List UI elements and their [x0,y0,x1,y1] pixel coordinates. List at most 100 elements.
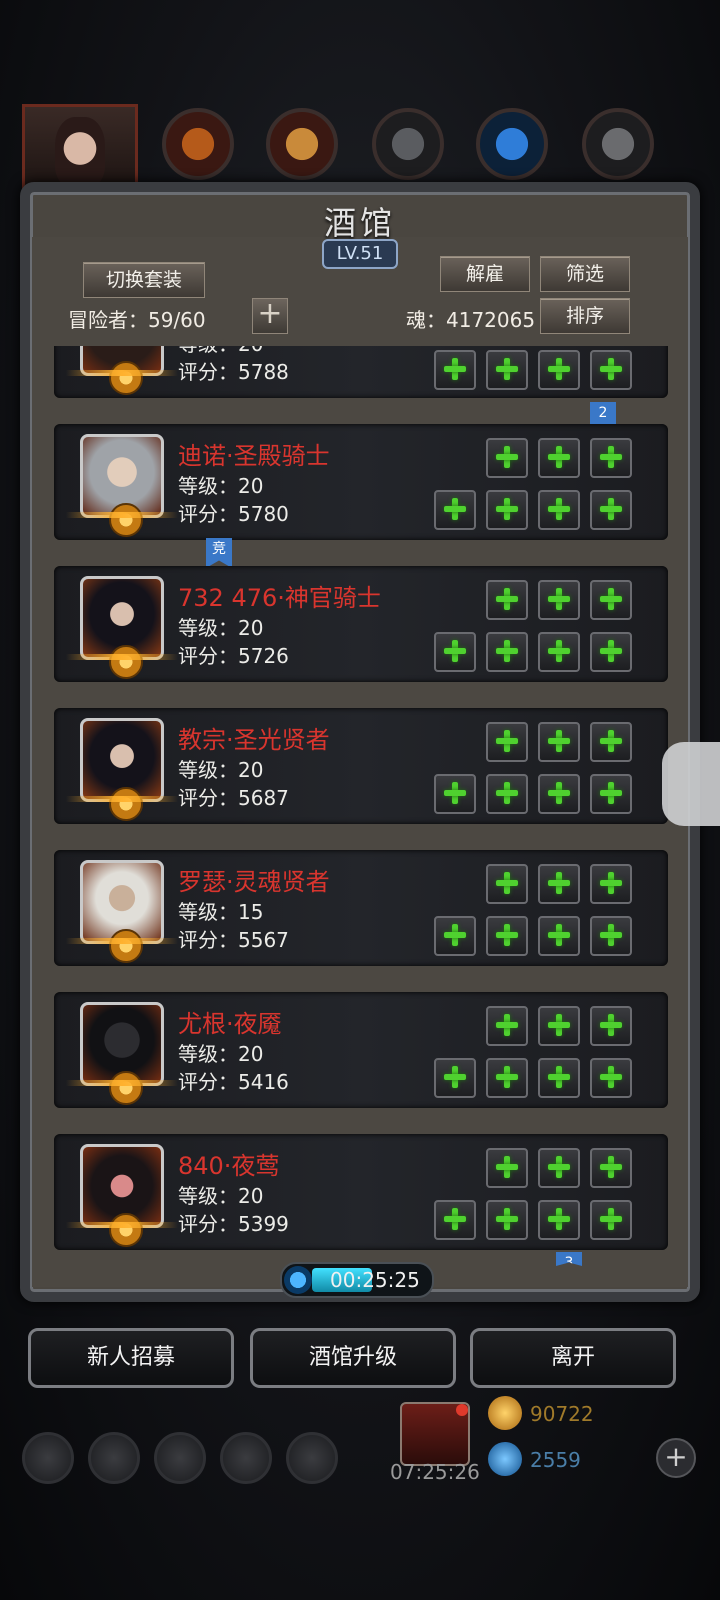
hero-row[interactable]: 罗瑟·灵魂贤者 等级：15 评分：5567 [54,850,668,966]
menu-icon-mail[interactable] [220,1432,272,1484]
equip-slot-gloves[interactable] [538,438,580,478]
equip-slot-gloves[interactable] [538,1006,580,1046]
hero-row[interactable]: 教宗·圣光贤者 等级：20 评分：5687 [54,708,668,824]
equip-slot-gloves[interactable] [538,1148,580,1188]
tavern-panel: 酒馆 LV.51 切换套装 解雇 筛选 冒险者：59/60 + 魂：417206… [20,182,700,1302]
equip-slot-helmet[interactable] [486,1148,528,1188]
filter-button[interactable]: 筛选 [540,256,630,292]
hero-row[interactable]: 迪诺·圣殿骑士 等级：20 评分：5780 [54,424,668,540]
equip-slot-weapon[interactable] [434,916,476,956]
dismiss-button[interactable]: 解雇 [440,256,530,292]
equip-slot-weapon[interactable] [434,1200,476,1240]
equip-slot-ring[interactable] [538,350,580,390]
equip-slot-weapon[interactable] [434,350,476,390]
equip-slot-weapon[interactable] [434,774,476,814]
equip-slot-ring[interactable] [538,1200,580,1240]
equip-slot-ring[interactable] [538,632,580,672]
recruit-button[interactable]: 新人招募 [28,1328,234,1388]
equip-slot-boots[interactable] [590,1148,632,1188]
gold-icon [488,1396,522,1430]
plus-icon [600,1208,622,1230]
equip-slot-ring[interactable] [538,774,580,814]
add-currency-button[interactable]: + [656,1438,696,1478]
avatar-glow [66,654,178,660]
upgrade-tavern-button[interactable]: 酒馆升级 [250,1328,456,1388]
hero-avatar [80,718,164,821]
equip-slot-ring[interactable] [538,916,580,956]
resource-icon-iron[interactable] [372,108,444,180]
hero-row[interactable]: 等级：20 评分：5788 [54,346,668,398]
hero-score: 评分：5726 [178,644,289,668]
plus-icon [496,588,518,610]
arena-tag: 竞 [206,538,232,568]
equip-slot-armor[interactable] [486,632,528,672]
rank-emblem-icon [109,787,143,821]
sort-button[interactable]: 排序 [540,298,630,334]
equip-slot-ring[interactable] [590,1058,632,1098]
resource-icon-wood[interactable] [266,108,338,180]
equip-slot-boots[interactable] [590,722,632,762]
equip-slot-ring[interactable] [590,916,632,956]
equip-slot-weapon[interactable] [434,1058,476,1098]
resource-icon-ore[interactable] [162,108,234,180]
equip-slot-armor[interactable] [486,774,528,814]
avatar-glow [66,370,178,376]
equip-slot-boots[interactable] [590,864,632,904]
equip-slot-helmet[interactable] [486,580,528,620]
menu-icon-badge[interactable] [88,1432,140,1484]
equip-slot-boots[interactable] [590,580,632,620]
plus-icon [600,872,622,894]
plus-icon [548,1156,570,1178]
menu-icon-guild[interactable] [154,1432,206,1484]
hero-row[interactable]: 732 476·神官骑士 等级：20 评分：5726 [54,566,668,682]
avatar-glow [66,938,178,944]
equip-slot-boots[interactable] [590,438,632,478]
equip-slot-weapon[interactable] [434,490,476,530]
equip-slot-helmet[interactable] [486,438,528,478]
equip-slot-armor[interactable] [486,490,528,530]
side-floating-tab[interactable] [662,742,720,826]
equip-slot-helmet[interactable] [486,722,528,762]
plus-icon [600,1156,622,1178]
avatar-glow [66,1080,178,1086]
equip-slot-helmet[interactable] [486,1006,528,1046]
equip-slot-gloves[interactable] [538,864,580,904]
equip-slot-armor[interactable] [486,916,528,956]
plus-icon [444,640,466,662]
hero-avatar [80,434,164,537]
equip-slot-helmet[interactable] [486,864,528,904]
equip-slot-armor[interactable] [486,1200,528,1240]
hero-row[interactable]: 尤根·夜魇 等级：20 评分：5416 [54,992,668,1108]
equip-slot-ring[interactable] [590,350,632,390]
hero-level: 等级：20 [178,616,264,640]
equip-slot-gloves[interactable] [538,580,580,620]
resource-icon-crystal[interactable] [476,108,548,180]
equip-slot-ring[interactable] [538,1058,580,1098]
equip-slot-ring[interactable] [590,632,632,672]
equip-slot-ring[interactable] [538,490,580,530]
equip-slot-boots[interactable] [590,1006,632,1046]
equip-slot-gloves[interactable] [538,722,580,762]
adventurer-count: 冒险者：59/60 [68,308,206,332]
plus-icon [548,730,570,752]
avatar-glow [66,1222,178,1228]
equip-slot-ring[interactable] [590,1200,632,1240]
hero-level: 等级：20 [178,1184,264,1208]
plus-icon [548,924,570,946]
equip-slot-ring[interactable] [590,490,632,530]
equip-slot-armor[interactable] [486,350,528,390]
menu-icon-quest[interactable] [286,1432,338,1484]
equip-slot-weapon[interactable] [434,632,476,672]
equip-slot-ring[interactable] [590,774,632,814]
plus-icon [496,358,518,380]
hero-list[interactable]: 等级：20 评分：5788 2 迪诺·圣殿骑士 等级：20 评分：5780 竞 [54,346,668,1266]
hero-score: 评分：5416 [178,1070,289,1094]
leave-button[interactable]: 离开 [470,1328,676,1388]
hero-score: 评分：5687 [178,786,289,810]
menu-icon-settings[interactable] [22,1432,74,1484]
switch-outfit-button[interactable]: 切换套装 [83,262,205,298]
equip-slot-armor[interactable] [486,1058,528,1098]
resource-icon-stone[interactable] [582,108,654,180]
add-adventurer-button[interactable]: + [252,298,288,334]
hero-row[interactable]: 840·夜莺 等级：20 评分：5399 [54,1134,668,1250]
